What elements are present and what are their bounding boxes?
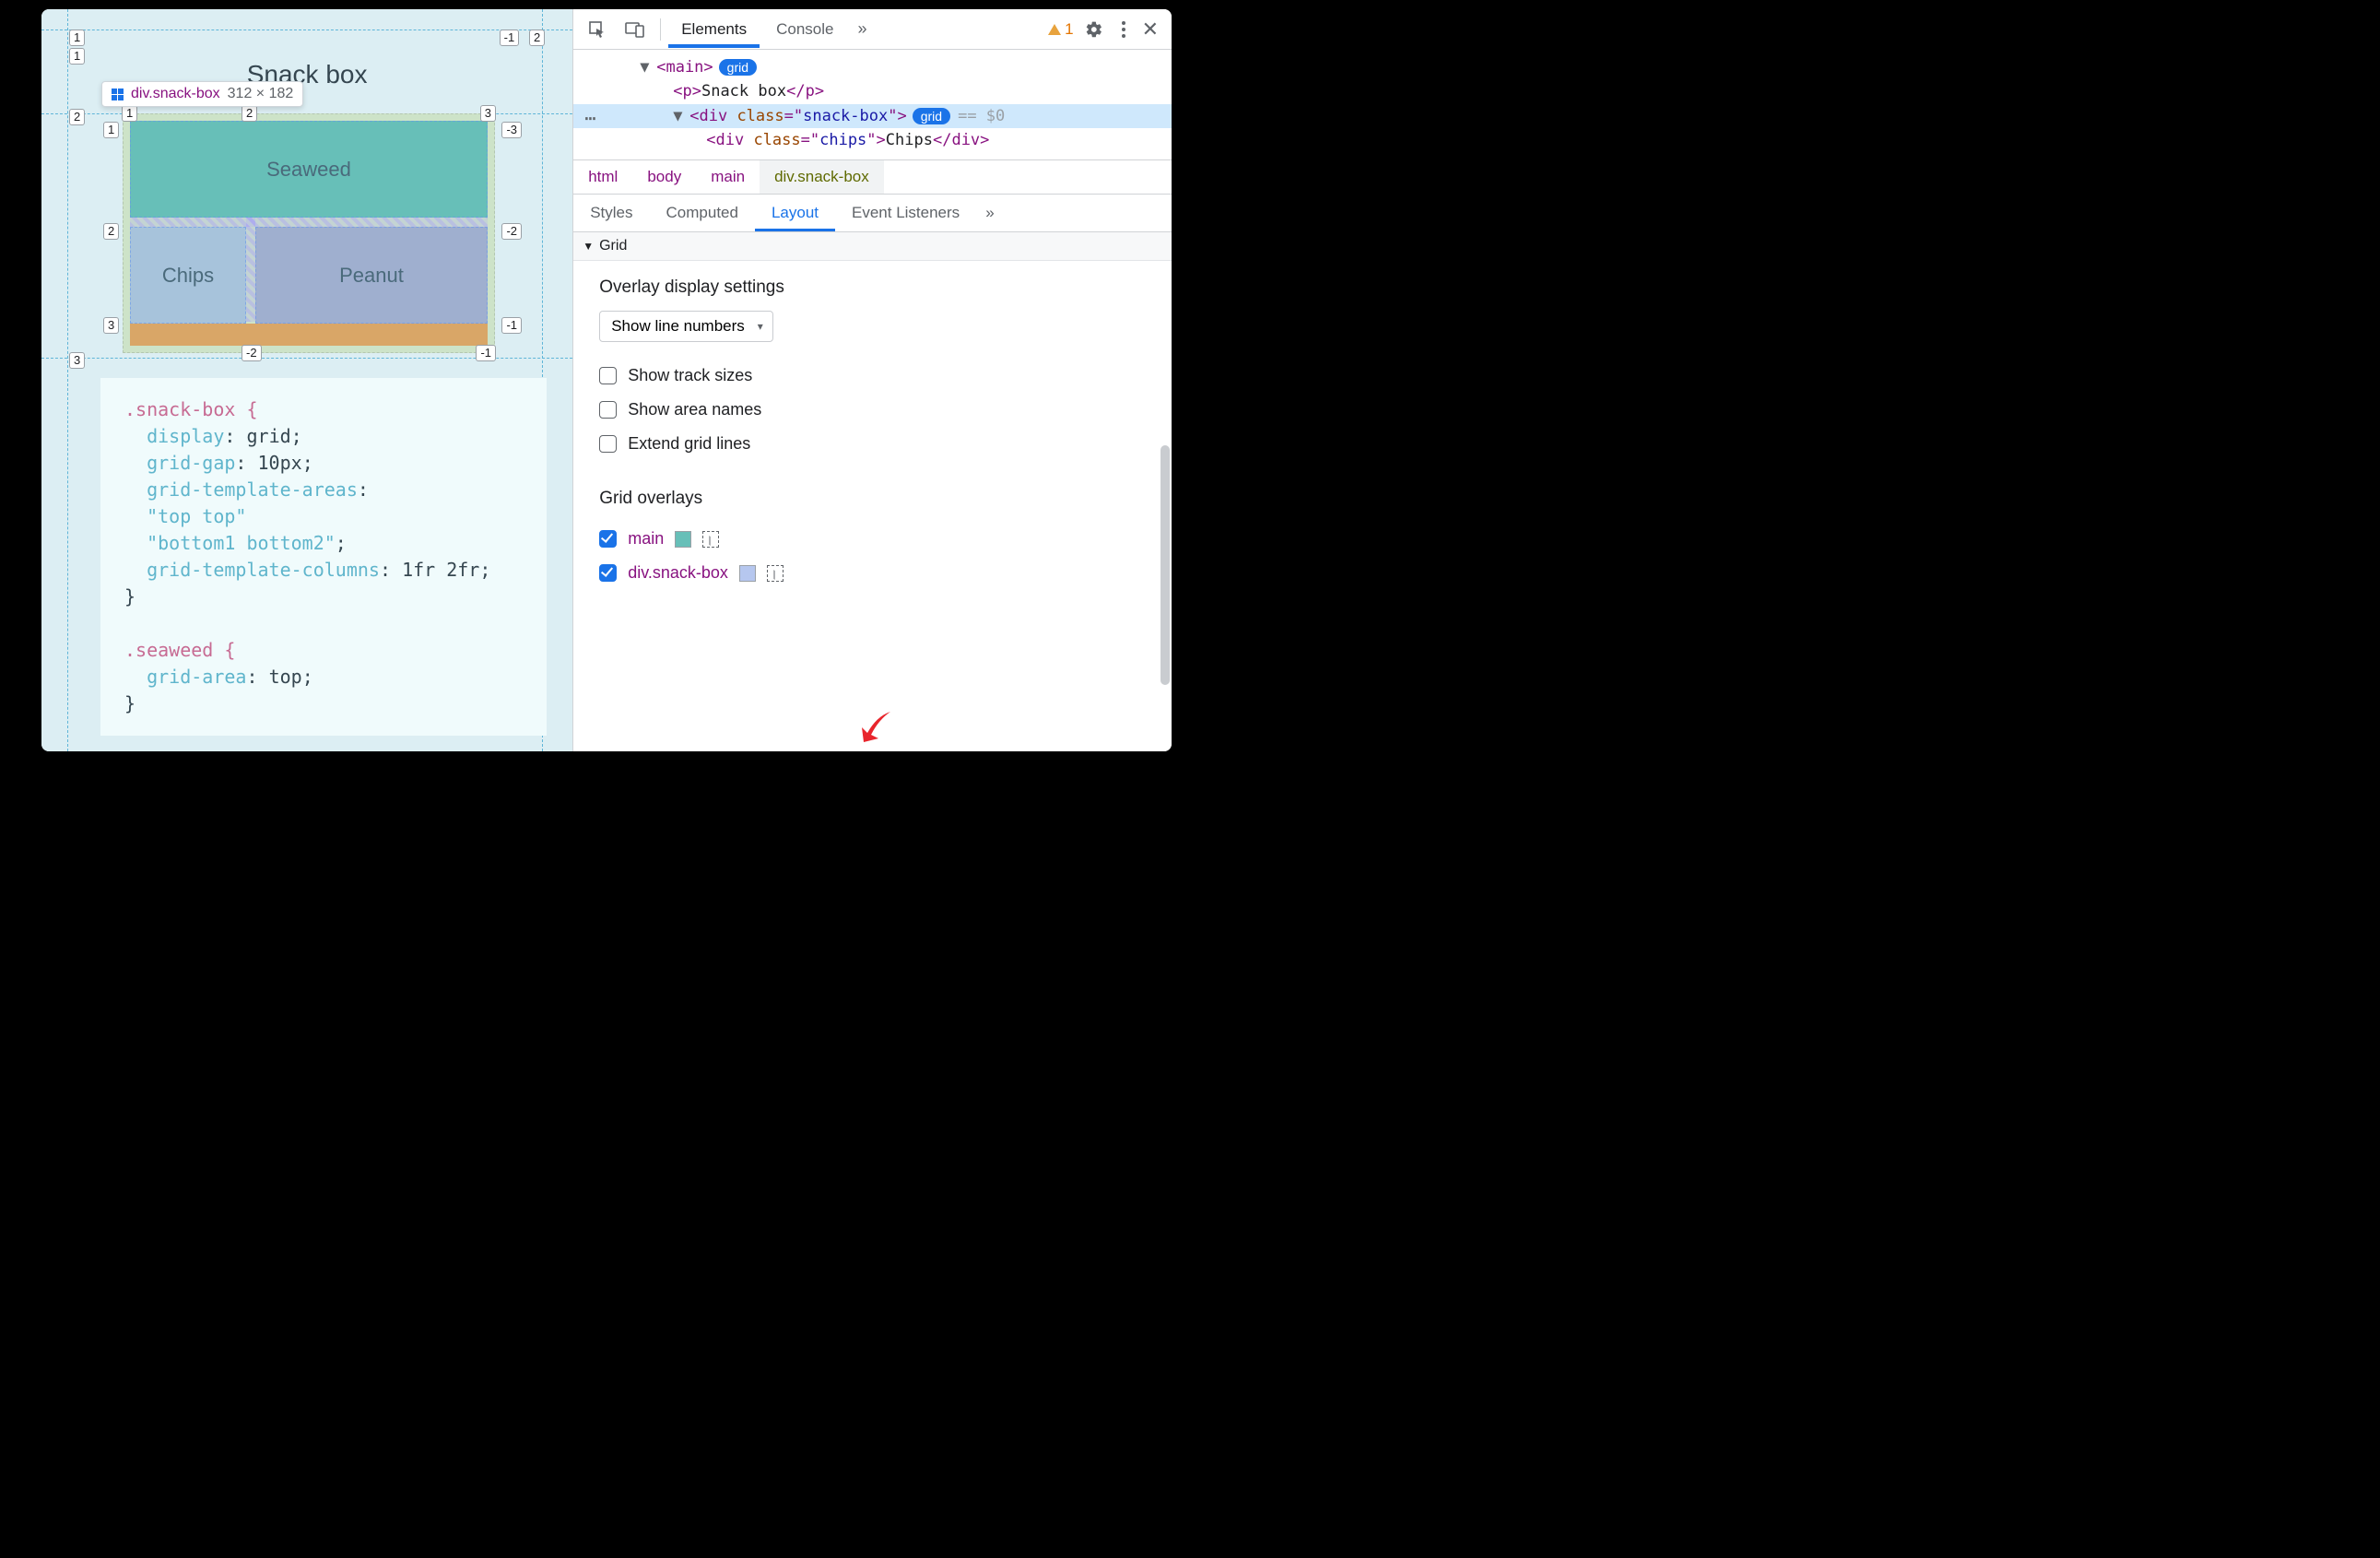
reveal-element-icon[interactable] [702, 531, 719, 548]
dom-tree[interactable]: ▼<main>grid <p>Snack box</p> ▼<div class… [573, 50, 1172, 160]
option-extend-grid-lines[interactable]: Extend grid lines [599, 427, 1146, 461]
color-swatch[interactable] [675, 531, 691, 548]
overlay-row-main: main [599, 522, 1146, 556]
styles-subtabs: Styles Computed Layout Event Listeners » [573, 195, 1172, 232]
grid-badge[interactable]: grid [719, 59, 757, 76]
snack-box-grid: Seaweed Chips Peanut [130, 121, 488, 324]
tab-console[interactable]: Console [763, 11, 846, 48]
checkbox[interactable] [599, 367, 617, 384]
grid-line-label: -2 [242, 345, 262, 361]
page-viewport: 1 -1 2 1 2 3 Snack box div.snack-box 312… [41, 9, 572, 751]
tab-elements[interactable]: Elements [668, 11, 760, 48]
overlay-settings-title: Overlay display settings [599, 277, 1146, 298]
crumb-body[interactable]: body [632, 160, 696, 194]
cell-peanut: Peanut [255, 227, 488, 324]
option-show-area-names[interactable]: Show area names [599, 393, 1146, 427]
grid-line-label: 1 [69, 30, 85, 46]
warning-count[interactable]: 1 [1048, 20, 1073, 39]
grid-line-label: 2 [242, 105, 257, 122]
grid-line-label: 2 [529, 30, 545, 46]
checkbox[interactable] [599, 530, 617, 548]
checkbox[interactable] [599, 564, 617, 582]
settings-icon[interactable] [1078, 15, 1111, 44]
scrollbar[interactable] [1161, 445, 1170, 685]
grid-badge[interactable]: grid [913, 108, 950, 124]
checkbox[interactable] [599, 401, 617, 419]
more-subtabs-icon[interactable]: » [976, 195, 1003, 231]
grid-line-label: 2 [103, 223, 119, 240]
line-numbers-select[interactable]: Show line numbers [599, 311, 773, 342]
device-toggle-icon[interactable] [618, 15, 653, 44]
snack-box-container: 1 1 2 3 -3 2 -2 3 -2 -1 -1 Seaweed Chips… [123, 113, 495, 353]
annotation-arrow-icon [858, 707, 895, 744]
grid-overlays-title: Grid overlays [599, 489, 1146, 509]
devtools-window: 1 -1 2 1 2 3 Snack box div.snack-box 312… [41, 9, 1172, 751]
checkbox[interactable] [599, 435, 617, 453]
color-swatch[interactable] [739, 565, 756, 582]
grid-icon [112, 89, 124, 100]
grid-line-label: -3 [501, 122, 522, 138]
grid-line-label: 2 [69, 109, 85, 125]
crumb-main[interactable]: main [696, 160, 760, 194]
subtab-event-listeners[interactable]: Event Listeners [835, 195, 976, 231]
subtab-styles[interactable]: Styles [573, 195, 649, 231]
grid-line-label: -2 [501, 223, 522, 240]
overlay-row-snackbox: div.snack-box [599, 556, 1146, 590]
grid-line-label: 1 [69, 48, 85, 65]
code-snippet: .snack-box { display: grid; grid-gap: 10… [100, 378, 547, 736]
more-tabs-icon[interactable]: » [850, 19, 874, 39]
dom-selected-row: ▼<div class="snack-box">grid== $0 [573, 104, 1172, 128]
cell-seaweed: Seaweed [130, 121, 488, 218]
section-grid-header[interactable]: ▼ Grid [573, 232, 1172, 261]
inspect-icon[interactable] [581, 15, 614, 44]
crumb-current[interactable]: div.snack-box [760, 160, 884, 194]
layout-panel: Overlay display settings Show line numbe… [573, 261, 1172, 751]
option-show-track-sizes[interactable]: Show track sizes [599, 359, 1146, 393]
disclosure-triangle-icon: ▼ [583, 240, 594, 253]
grid-line-label: 1 [122, 105, 137, 122]
reveal-element-icon[interactable] [767, 565, 784, 582]
breadcrumb: html body main div.snack-box [573, 160, 1172, 195]
close-icon[interactable]: ✕ [1137, 18, 1164, 41]
grid-line-label: 3 [480, 105, 496, 122]
devtools-panel: Elements Console » 1 ✕ ▼<main>grid <p>Sn… [572, 9, 1172, 751]
tooltip-dimensions: 312 × 182 [228, 86, 294, 102]
kebab-menu-icon[interactable] [1114, 16, 1133, 43]
cell-chips: Chips [130, 227, 246, 324]
tooltip-selector: div.snack-box [131, 86, 220, 102]
grid-line-label: -1 [476, 345, 496, 361]
element-tooltip: div.snack-box 312 × 182 [101, 81, 303, 107]
subtab-computed[interactable]: Computed [650, 195, 755, 231]
grid-line-label: -1 [500, 30, 520, 46]
subtab-layout[interactable]: Layout [755, 195, 835, 231]
devtools-toolbar: Elements Console » 1 ✕ [573, 9, 1172, 50]
grid-line-label: 3 [103, 317, 119, 334]
grid-line-label: 3 [69, 352, 85, 369]
grid-line-label: -1 [501, 317, 522, 334]
crumb-html[interactable]: html [573, 160, 632, 194]
warning-icon [1048, 24, 1061, 35]
grid-line-label: 1 [103, 122, 119, 138]
